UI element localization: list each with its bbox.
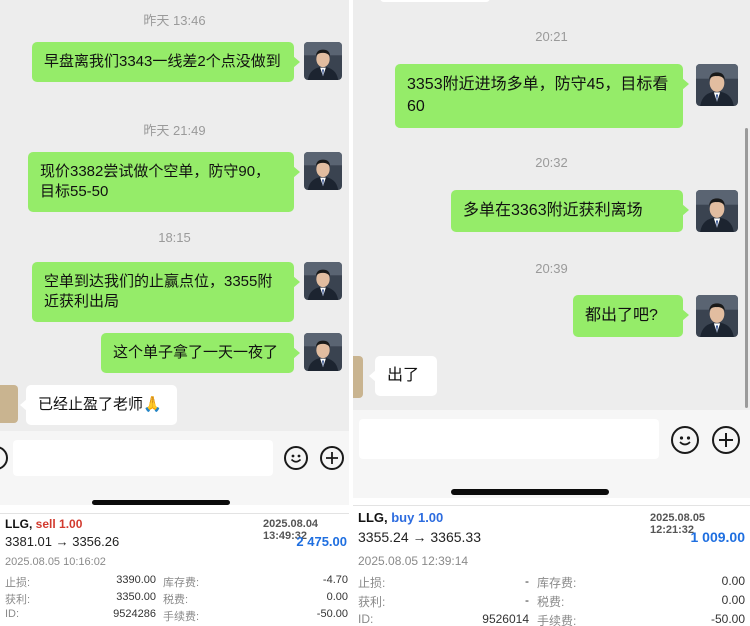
emoji-face — [679, 436, 691, 446]
contact-avatar[interactable] — [0, 385, 18, 423]
close-time: 2025.08.05 10:16:02 — [5, 556, 106, 568]
chat-area: 昨天 13:46 早盘离我们3343一线差2个点没做到 昨天 21:49 现价3… — [0, 0, 349, 505]
trade-symbol: LLG, — [358, 510, 388, 525]
row-value: 3350.00 — [116, 591, 156, 603]
trade-side: buy 1.00 — [391, 510, 444, 525]
row-label: 手续费: — [163, 611, 200, 623]
trade-profit: 1 009.00 — [690, 529, 746, 545]
contact-avatar[interactable] — [353, 356, 363, 398]
row-label: 税费: — [163, 594, 189, 606]
trade-record[interactable]: LLG, sell 1.00 2025.08.04 13:49:32 3381.… — [0, 513, 349, 626]
row-value: 9526014 — [482, 612, 529, 626]
avatar[interactable] — [696, 295, 738, 337]
row-value: 0.00 — [326, 591, 348, 603]
message-text: 空单到达我们的止赢点位，3355附近获利出局 — [44, 273, 273, 310]
portrait-image — [304, 333, 342, 371]
input-bar — [353, 410, 750, 498]
message-input[interactable] — [359, 419, 659, 459]
avatar[interactable] — [304, 42, 342, 80]
plus-icon[interactable] — [320, 446, 344, 470]
previous-message-edge — [380, 0, 490, 2]
trade-header: LLG, buy 1.00 — [358, 510, 443, 525]
trade-header: LLG, sell 1.00 — [5, 517, 82, 531]
row-value: -50.00 — [316, 608, 348, 620]
home-indicator — [451, 489, 609, 495]
trade-prices: 3381.01 → 3356.26 — [5, 534, 120, 549]
message-text: 多单在3363附近获利离场 — [463, 202, 643, 219]
plus-glyph — [326, 452, 338, 464]
portrait-image — [696, 295, 738, 337]
row-label: ID: — [5, 608, 20, 620]
row-label: 止损: — [358, 576, 386, 590]
message-bubble[interactable]: 3353附近进场多单，防守45，目标看60 — [395, 64, 689, 128]
message-text: 这个单子拿了一天一夜了 — [113, 344, 279, 361]
message-bubble[interactable]: 空单到达我们的止赢点位，3355附近获利出局 — [32, 262, 300, 322]
close-time: 2025.08.05 12:39:14 — [358, 554, 469, 568]
trade-symbol: LLG, — [5, 517, 33, 531]
message-bubble[interactable]: 已经止盈了老师🙏 — [20, 385, 177, 425]
row-value: 9524286 — [113, 608, 156, 620]
timestamp: 20:32 — [535, 155, 568, 170]
plus-icon[interactable] — [712, 426, 740, 454]
portrait-image — [304, 262, 342, 300]
avatar[interactable] — [696, 190, 738, 232]
left-screenshot: 昨天 13:46 早盘离我们3343一线差2个点没做到 昨天 21:49 现价3… — [0, 0, 349, 626]
emoji-face — [290, 454, 302, 463]
portrait-image — [304, 42, 342, 80]
avatar[interactable] — [696, 64, 738, 106]
row-label: 止损: — [5, 577, 31, 589]
message-text: 3353附近进场多单，防守45，目标看60 — [407, 76, 669, 115]
avatar[interactable] — [304, 152, 342, 190]
input-bar — [0, 431, 349, 505]
plus-glyph — [719, 433, 733, 447]
message-text: 已经止盈了老师🙏 — [38, 396, 162, 413]
message-bubble[interactable]: 这个单子拿了一天一夜了 — [101, 333, 300, 373]
timestamp: 20:39 — [535, 261, 568, 276]
timestamp: 昨天 13:46 — [143, 13, 206, 28]
right-screenshot: 20:21 3353附近进场多单，防守45，目标看60 20:32 多单在336… — [353, 0, 750, 626]
row-label: 税费: — [537, 595, 565, 609]
message-bubble[interactable]: 现价3382尝试做个空单，防守90，目标55-50 — [28, 152, 300, 212]
emoji-icon[interactable] — [671, 426, 699, 454]
row-value: -50.00 — [710, 612, 745, 626]
timestamp: 昨天 21:49 — [143, 123, 206, 138]
row-label: 获利: — [358, 595, 386, 609]
home-indicator — [92, 500, 230, 505]
avatar[interactable] — [304, 262, 342, 300]
message-text: 现价3382尝试做个空单，防守90，目标55-50 — [40, 163, 271, 200]
portrait-image — [696, 64, 738, 106]
row-value: 0.00 — [721, 593, 745, 607]
message-bubble[interactable]: 多单在3363附近获利离场 — [451, 190, 689, 232]
timestamp: 18:15 — [158, 230, 191, 245]
row-value: - — [525, 593, 529, 607]
trade-prices: 3355.24 → 3365.33 — [358, 529, 481, 545]
message-bubble[interactable]: 早盘离我们3343一线差2个点没做到 — [32, 42, 300, 82]
row-label: 库存费: — [537, 576, 577, 590]
row-value: 3390.00 — [116, 574, 156, 586]
message-bubble[interactable]: 出了 — [369, 356, 437, 396]
row-value: 0.00 — [721, 574, 745, 588]
message-input[interactable] — [13, 440, 273, 476]
row-label: 获利: — [5, 594, 31, 606]
voice-icon[interactable] — [0, 446, 8, 470]
portrait-image — [304, 152, 342, 190]
avatar[interactable] — [304, 333, 342, 371]
message-text: 都出了吧? — [585, 307, 658, 324]
trade-profit: 2 475.00 — [296, 534, 347, 549]
row-value: -4.70 — [322, 574, 348, 586]
row-label: 手续费: — [537, 614, 577, 626]
row-value: - — [525, 574, 529, 588]
row-label: ID: — [358, 612, 374, 626]
portrait-image — [696, 190, 738, 232]
scrollbar[interactable] — [745, 128, 748, 408]
message-text: 出了 — [387, 367, 420, 384]
message-bubble[interactable]: 都出了吧? — [573, 295, 689, 337]
timestamp: 20:21 — [535, 29, 568, 44]
row-label: 库存费: — [163, 577, 200, 589]
message-text: 早盘离我们3343一线差2个点没做到 — [44, 53, 281, 70]
trade-side: sell 1.00 — [35, 517, 83, 531]
trade-record[interactable]: LLG, buy 1.00 2025.08.05 12:21:32 3355.2… — [353, 505, 750, 626]
emoji-icon[interactable] — [284, 446, 308, 470]
